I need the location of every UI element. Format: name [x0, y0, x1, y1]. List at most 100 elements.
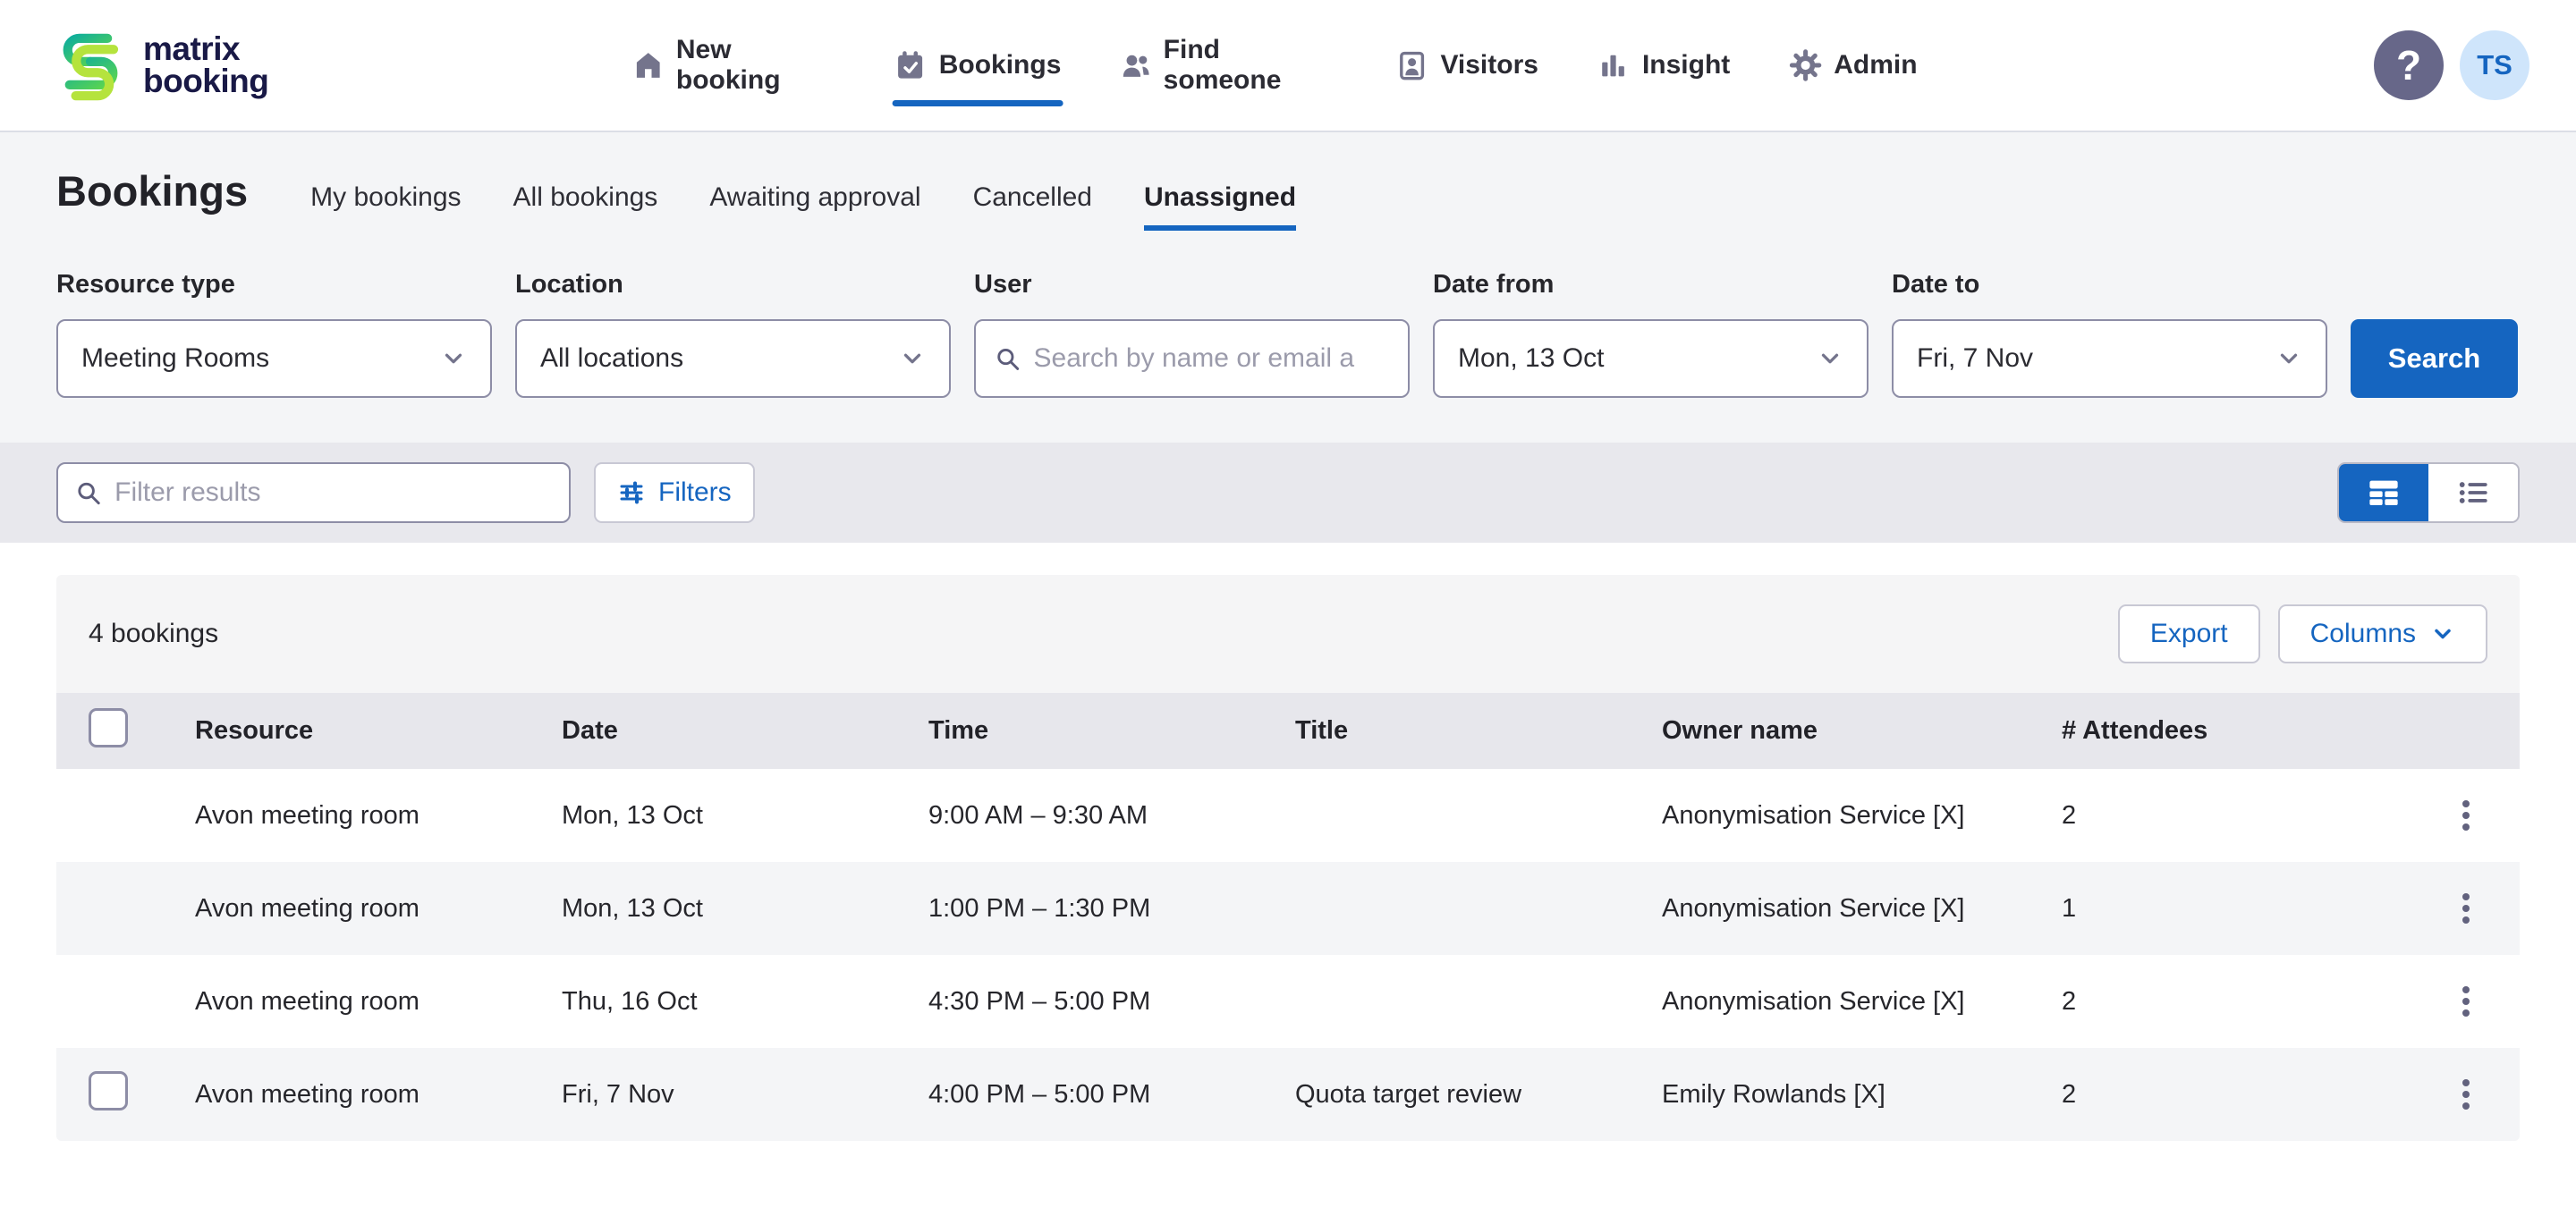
filter-results-input[interactable] — [114, 477, 553, 508]
cell-date: Mon, 13 Oct — [562, 894, 928, 924]
home-icon — [633, 49, 664, 81]
nav-item-label: New booking — [676, 35, 835, 96]
help-button[interactable]: ? — [2374, 30, 2444, 100]
visitor-badge-icon — [1395, 49, 1428, 81]
filters-button[interactable]: Filters — [594, 462, 755, 523]
date-to-select[interactable]: Fri, 7 Nov — [1892, 319, 2327, 398]
cell-date: Thu, 16 Oct — [562, 987, 928, 1017]
nav-item-visitors[interactable]: Visitors — [1394, 44, 1540, 87]
user-label: User — [974, 270, 1410, 300]
user-search-field[interactable] — [974, 319, 1410, 398]
resource-type-value: Meeting Rooms — [81, 343, 440, 374]
date-from-label: Date from — [1433, 270, 1868, 300]
sliders-icon — [617, 478, 646, 507]
row-actions-kebab-icon[interactable] — [2448, 883, 2484, 933]
nav-item-find-someone[interactable]: Find someone — [1118, 30, 1338, 101]
tab-my-bookings[interactable]: My bookings — [310, 182, 461, 225]
date-from-value: Mon, 13 Oct — [1458, 343, 1817, 374]
matrix-booking-logo-icon — [54, 29, 127, 102]
column-header-title: Title — [1295, 716, 1662, 746]
bookings-card: 4 bookings Export Columns Resource Date … — [56, 575, 2520, 1141]
tab-awaiting-approval[interactable]: Awaiting approval — [709, 182, 920, 225]
cell-attendees: 1 — [2062, 894, 2439, 924]
chevron-down-icon — [440, 345, 467, 372]
columns-button-label: Columns — [2310, 619, 2416, 649]
chevron-down-icon — [2275, 345, 2302, 372]
row-actions-kebab-icon[interactable] — [2448, 790, 2484, 840]
cell-owner-name: Emily Rowlands [X] — [1662, 1080, 2062, 1110]
cell-attendees: 2 — [2062, 987, 2439, 1017]
user-avatar[interactable]: TS — [2460, 30, 2529, 100]
resource-type-select[interactable]: Meeting Rooms — [56, 319, 492, 398]
cell-time: 9:00 AM – 9:30 AM — [928, 801, 1295, 831]
table-row[interactable]: Avon meeting room Mon, 13 Oct 9:00 AM – … — [56, 769, 2520, 862]
search-icon — [74, 477, 102, 508]
results-toolbar: Filters — [0, 443, 2576, 543]
cell-attendees: 2 — [2062, 1080, 2439, 1110]
date-to-value: Fri, 7 Nov — [1917, 343, 2275, 374]
column-header-resource: Resource — [195, 716, 562, 746]
cell-time: 4:00 PM – 5:00 PM — [928, 1080, 1295, 1110]
column-header-attendees: # Attendees — [2062, 716, 2439, 746]
nav-item-label: Visitors — [1440, 50, 1538, 80]
location-select[interactable]: All locations — [515, 319, 951, 398]
list-view-button[interactable] — [2428, 464, 2518, 521]
nav-item-bookings[interactable]: Bookings — [893, 44, 1063, 87]
brand-wordmark: matrix booking — [143, 33, 268, 98]
bookings-tabs: My bookings All bookings Awaiting approv… — [310, 182, 1296, 231]
table-row[interactable]: Avon meeting room Thu, 16 Oct 4:30 PM – … — [56, 955, 2520, 1048]
date-from-select[interactable]: Mon, 13 Oct — [1433, 319, 1868, 398]
main-nav: New booking Bookings Find someone — [631, 0, 1919, 131]
chevron-down-icon — [2430, 621, 2455, 646]
chevron-down-icon — [1817, 345, 1843, 372]
filter-results-field[interactable] — [56, 462, 571, 523]
table-header-row: Resource Date Time Title Owner name # At… — [56, 693, 2520, 769]
cell-time: 4:30 PM – 5:00 PM — [928, 987, 1295, 1017]
cell-resource: Avon meeting room — [195, 1080, 562, 1110]
column-header-time: Time — [928, 716, 1295, 746]
table-row[interactable]: Avon meeting room Mon, 13 Oct 1:00 PM – … — [56, 862, 2520, 955]
table-body: Avon meeting room Mon, 13 Oct 9:00 AM – … — [56, 769, 2520, 1141]
export-button[interactable]: Export — [2118, 604, 2260, 663]
filters-button-label: Filters — [658, 477, 732, 508]
grid-view-button[interactable] — [2339, 464, 2428, 521]
bar-chart-icon — [1597, 49, 1630, 81]
cell-owner-name: Anonymisation Service [X] — [1662, 801, 2062, 831]
nav-item-insight[interactable]: Insight — [1596, 44, 1732, 87]
bookings-count: 4 bookings — [89, 619, 218, 649]
cell-date: Mon, 13 Oct — [562, 801, 928, 831]
row-actions-kebab-icon[interactable] — [2448, 976, 2484, 1026]
page-title: Bookings — [56, 166, 248, 215]
tab-all-bookings[interactable]: All bookings — [513, 182, 658, 225]
results-content: 4 bookings Export Columns Resource Date … — [0, 543, 2576, 1141]
user-search-input[interactable] — [1034, 343, 1385, 374]
tab-unassigned[interactable]: Unassigned — [1144, 182, 1296, 231]
date-to-label: Date to — [1892, 270, 2327, 300]
resource-type-label: Resource type — [56, 270, 492, 300]
nav-item-label: Find someone — [1164, 35, 1337, 96]
cell-time: 1:00 PM – 1:30 PM — [928, 894, 1295, 924]
tab-cancelled[interactable]: Cancelled — [973, 182, 1092, 225]
columns-button[interactable]: Columns — [2278, 604, 2487, 663]
cell-date: Fri, 7 Nov — [562, 1080, 928, 1110]
select-all-checkbox[interactable] — [89, 708, 128, 747]
avatar-initials: TS — [2477, 49, 2512, 81]
header-actions: ? TS — [2374, 30, 2529, 100]
nav-item-label: Bookings — [939, 50, 1062, 80]
row-checkbox[interactable] — [89, 1071, 128, 1110]
table-row[interactable]: Avon meeting room Fri, 7 Nov 4:00 PM – 5… — [56, 1048, 2520, 1141]
row-actions-kebab-icon[interactable] — [2448, 1069, 2484, 1119]
cell-title: Quota target review — [1295, 1080, 1662, 1110]
app-header: matrix booking New booking Bookings — [0, 0, 2576, 132]
column-header-owner: Owner name — [1662, 716, 2062, 746]
location-value: All locations — [540, 343, 899, 374]
bookings-filter-section: Bookings My bookings All bookings Awaiti… — [0, 132, 2576, 443]
calendar-check-icon — [894, 49, 927, 81]
search-button[interactable]: Search — [2351, 319, 2518, 398]
view-toggle — [2337, 462, 2520, 523]
nav-item-admin[interactable]: Admin — [1787, 44, 1919, 87]
table-view-icon — [2367, 477, 2401, 508]
brand-logo[interactable]: matrix booking — [54, 29, 268, 102]
nav-item-new-booking[interactable]: New booking — [631, 30, 837, 101]
chevron-down-icon — [899, 345, 926, 372]
